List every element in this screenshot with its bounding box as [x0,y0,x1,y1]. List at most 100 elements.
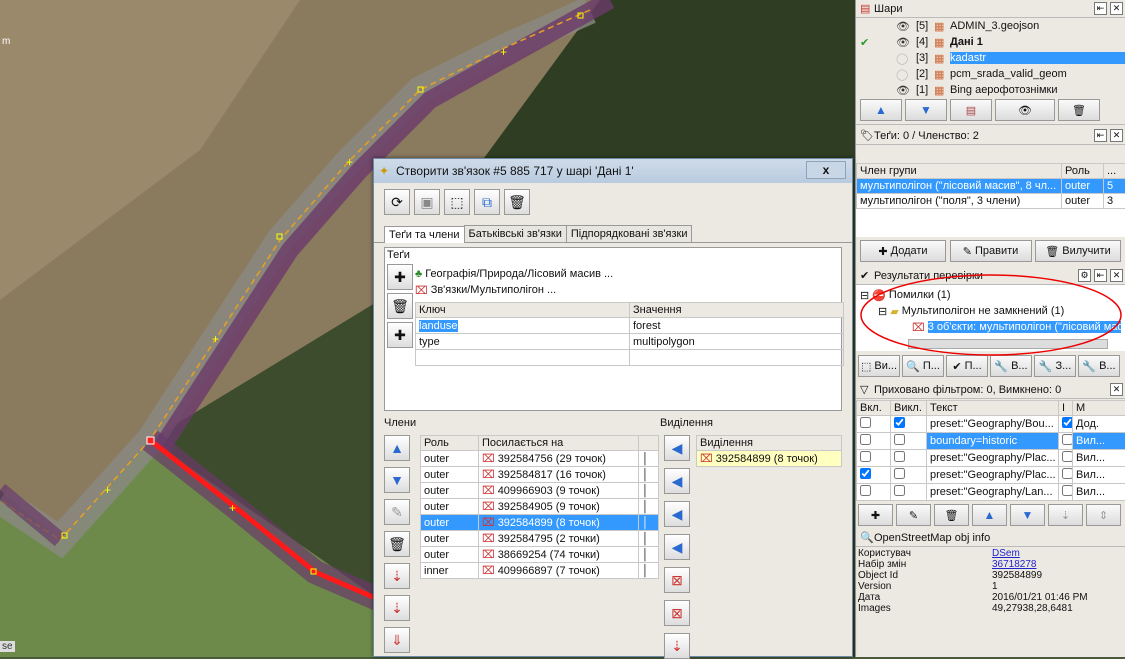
layer-row[interactable]: ✔ 👁 [4] ▦ Дані 1 [856,34,1125,50]
disable-checkbox[interactable] [894,434,905,445]
disable-checkbox[interactable] [894,417,905,428]
detach-icon[interactable]: ⇤ [1094,129,1107,142]
member-row[interactable]: outer⌧409966903 (9 точок)│ [421,483,659,499]
apply-button[interactable]: ▣ [414,189,440,215]
tag-row[interactable]: landuseforest [416,318,844,334]
col-on[interactable]: Вкл. [857,401,891,416]
detach-icon[interactable]: ⇤ [1094,2,1107,15]
add-filter-button[interactable]: ✚ [858,504,893,526]
table-row[interactable]: preset:"Geography/Plac...Вил... [857,450,1125,467]
sort-down-button[interactable]: ⇣ [1048,504,1083,526]
toggle-visibility-button[interactable]: 👁 [995,99,1055,121]
invert-checkbox[interactable] [1062,451,1073,462]
delete-button[interactable]: 🗑 [504,189,530,215]
eye-hidden-icon[interactable]: ◯ [896,52,916,65]
table-row[interactable]: мультиполігон ("поля", 3 члени)outer3 [857,194,1125,209]
tag-row[interactable] [416,350,844,366]
col-member[interactable]: Член групи [857,164,1062,179]
eye-icon[interactable]: 👁 [896,36,916,49]
dialog-titlebar[interactable]: ✦ Створити зв'язок #5 885 717 у шарі 'Да… [374,159,852,183]
col-m[interactable]: M [1073,401,1125,416]
tag-row[interactable]: typemultipolygon [416,334,844,350]
enable-checkbox[interactable] [860,451,871,462]
merge-layer-button[interactable]: ▤ [950,99,992,121]
table-row[interactable]: preset:"Geography/Bou...Дод. [857,416,1125,433]
tab[interactable]: Теґи та члени [384,226,465,243]
tag-value[interactable] [630,350,844,366]
layer-row[interactable]: ◯ [3] ▦ kadastr [856,50,1125,66]
add-at-start-button[interactable]: ◀ [664,435,690,461]
col-off[interactable]: Викл. [891,401,927,416]
select-button[interactable]: ⬚ [444,189,470,215]
table-row[interactable]: boundary=historicВил... [857,433,1125,450]
remove-selected-button[interactable]: ⊠ [664,567,690,593]
eye-icon[interactable]: 👁 [896,20,916,33]
table-row[interactable]: preset:"Geography/Plac...Вил... [857,467,1125,484]
edit-filter-button[interactable]: ✎ [896,504,931,526]
tag-key[interactable]: landuse [416,318,630,334]
member-row[interactable]: outer⌧392584899 (8 точок)│ [421,515,659,531]
col-more[interactable]: ... [1104,164,1125,179]
col-i[interactable]: I [1059,401,1073,416]
refresh-button[interactable]: ⟳ [384,189,410,215]
move-down-button[interactable]: ▼ [905,99,947,121]
add-button[interactable]: ✚Додати [860,240,946,262]
tab[interactable]: Батьківські зв'язки [464,225,567,242]
disable-checkbox[interactable] [894,485,905,496]
sort-button[interactable]: ⇣ [384,563,410,589]
col-selection[interactable]: Виділення [697,436,842,451]
col-text[interactable]: Текст [927,401,1059,416]
invert-checkbox[interactable] [1062,417,1073,428]
invert-checkbox[interactable] [1062,485,1073,496]
enable-checkbox[interactable] [860,434,871,445]
tab[interactable]: Підпорядковані зв'язки [566,225,693,242]
member-row[interactable]: outer⌧392584817 (16 точок)│ [421,467,659,483]
disable-checkbox[interactable] [894,468,905,479]
layer-row[interactable]: 👁 [1] ▦ Bing аерофотознімки [856,82,1125,98]
close-icon[interactable]: ✕ [1110,129,1123,142]
table-row[interactable]: preset:"Geography/Lan...Вил... [857,484,1125,501]
table-row[interactable]: мультиполігон ("лісовий масив", 8 чл...o… [857,179,1125,194]
col-link[interactable] [639,436,659,451]
col-role[interactable]: Роль [1062,164,1104,179]
preset-forest[interactable]: ♣Географія/Природа/Лісовий масив ... [415,266,613,282]
move-up-button[interactable]: ▲ [860,99,902,121]
col-key[interactable]: Ключ [416,303,630,318]
layer-row[interactable]: 👁 [5] ▦ ADMIN_3.geojson [856,18,1125,34]
sort-button[interactable]: ⇕ [1086,504,1121,526]
close-icon[interactable]: ✕ [1110,2,1123,15]
invert-checkbox[interactable] [1062,468,1073,479]
enable-checkbox[interactable] [860,417,871,428]
tag-value[interactable]: forest [630,318,844,334]
paste-tags-button[interactable]: ✚ [387,322,413,348]
selection-row[interactable]: ⌧392584899 (8 точок) [697,451,842,467]
disable-checkbox[interactable] [894,451,905,462]
add-before-button[interactable]: ◀ [664,468,690,494]
tag-value[interactable]: multipolygon [630,334,844,350]
move-up-button[interactable]: ▲ [384,435,410,461]
layer-row[interactable]: ◯ [2] ▦ pcm_srada_valid_geom [856,66,1125,82]
remove-button[interactable]: 🗑Вилучити [1035,240,1121,262]
duplicate-button[interactable]: ⧉ [474,189,500,215]
filter-down-button[interactable]: ▼ [1010,504,1045,526]
add-at-end-button[interactable]: ◀ [664,534,690,560]
add-tag-button[interactable]: ✚ [387,264,413,290]
member-row[interactable]: inner⌧409966897 (7 точок)│ [421,563,659,579]
tag-key[interactable]: type [416,334,630,350]
edit-member-button[interactable]: ✎ [384,499,410,525]
move-down-button[interactable]: ▼ [384,467,410,493]
select-members-button[interactable]: ⊠ [664,600,690,626]
eye-icon[interactable]: 👁 [896,84,916,97]
member-row[interactable]: outer⌧38669254 (74 точки)│ [421,547,659,563]
remove-member-button[interactable]: 🗑 [384,531,410,557]
enable-checkbox[interactable] [860,468,871,479]
member-row[interactable]: outer⌧392584756 (29 точок)│ [421,451,659,467]
member-row[interactable]: outer⌧392584795 (2 точки)│ [421,531,659,547]
download-button[interactable]: ⇓ [384,627,410,653]
delete-layer-button[interactable]: 🗑 [1058,99,1100,121]
delete-tag-button[interactable]: 🗑 [387,293,413,319]
eye-hidden-icon[interactable]: ◯ [896,68,916,81]
enable-checkbox[interactable] [860,485,871,496]
tag-key[interactable] [416,350,630,366]
sort-selected-button[interactable]: ⇣ [664,633,690,659]
